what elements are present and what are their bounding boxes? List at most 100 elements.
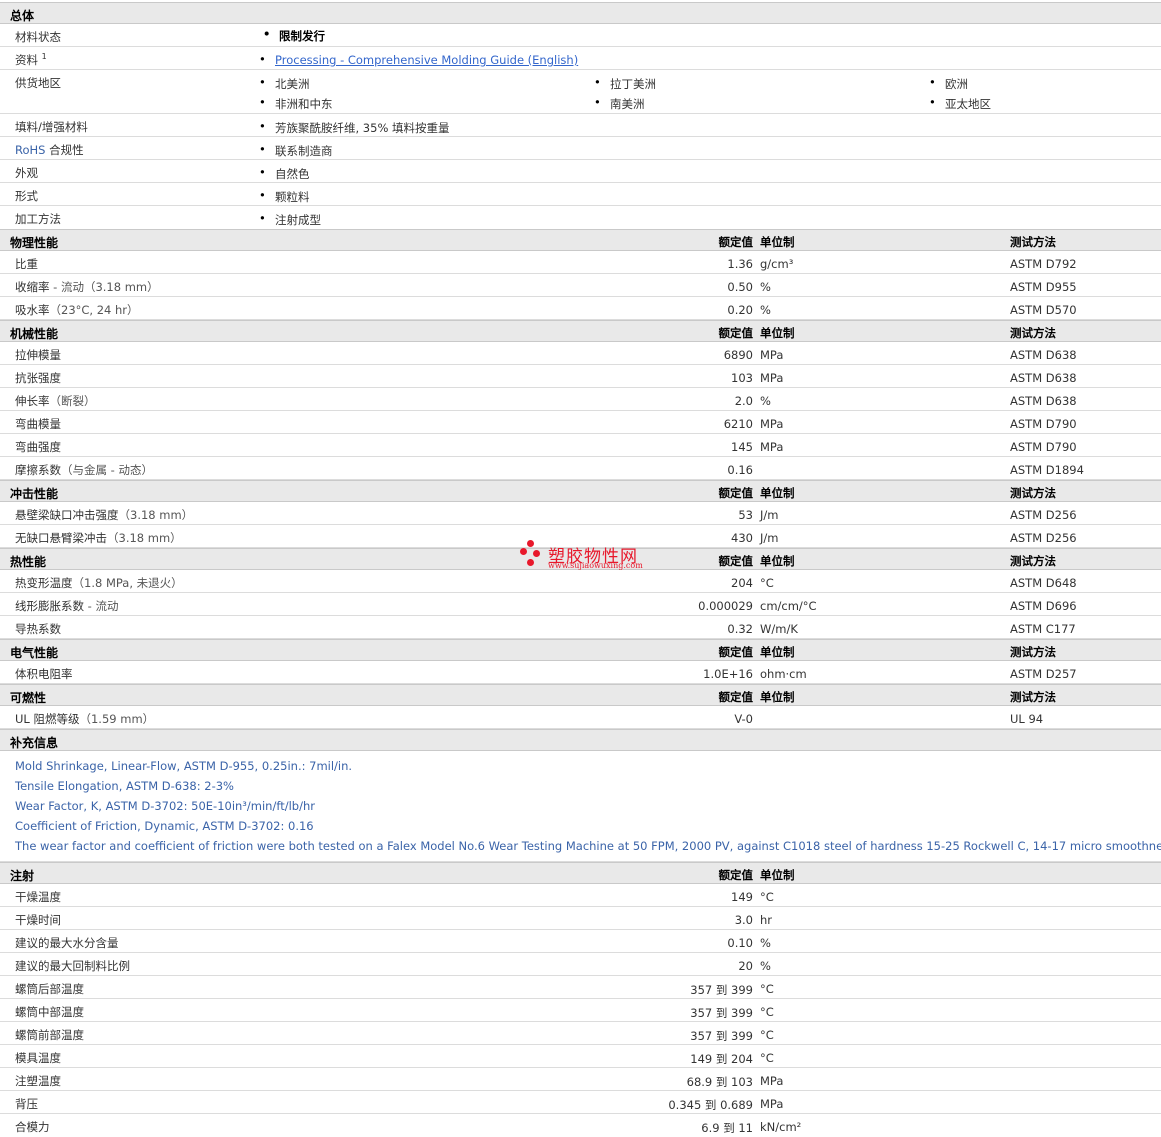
property-label: 吸水率（23°C, 24 hr）	[15, 302, 139, 318]
property-value: V-0	[734, 712, 753, 726]
property-row: 拉伸模量 6890 MPa ASTM D638	[0, 342, 1161, 365]
col-unit: 单位制	[760, 868, 795, 882]
property-test-method: ASTM D955	[1010, 280, 1077, 294]
injection-value: 357 到 399	[690, 1029, 753, 1043]
row-label: 材料状态	[15, 30, 61, 44]
col-nominal: 额定值	[718, 326, 754, 340]
note-line: The wear factor and coefficient of frict…	[15, 839, 1161, 853]
note-line: Coefficient of Friction, Dynamic, ASTM D…	[15, 819, 314, 833]
property-value: 2.0	[734, 394, 753, 408]
section-header-injection: 注射 额定值 单位制	[0, 862, 1161, 884]
injection-label: 模具温度	[15, 1051, 61, 1065]
injection-row: 注塑温度 68.9 到 103 MPa	[0, 1068, 1161, 1091]
injection-row: 建议的最大回制料比例 20%	[0, 953, 1161, 976]
property-name: 拉伸模量	[15, 348, 61, 362]
property-name: 悬壁梁缺口冲击强度	[15, 508, 119, 522]
property-value: 6890	[723, 348, 753, 362]
section-title: 补充信息	[10, 736, 59, 750]
row-label: 外观	[15, 166, 38, 180]
property-name: 无缺口悬臂梁冲击	[15, 531, 107, 545]
section-title: 冲击性能	[10, 487, 59, 501]
property-test-method: ASTM D256	[1010, 531, 1077, 545]
col-nominal: 额定值	[718, 235, 754, 249]
injection-row: 背压 0.345 到 0.689 MPa	[0, 1091, 1161, 1114]
property-test-method: ASTM D648	[1010, 576, 1077, 590]
property-label: UL 阻燃等级（1.59 mm）	[15, 711, 154, 727]
property-value: 0.16	[727, 463, 753, 477]
property-label: 体积电阻率	[15, 666, 73, 682]
processing-guide-link[interactable]: Processing - Comprehensive Molding Guide…	[259, 52, 578, 67]
section-title: 可燃性	[10, 691, 47, 705]
property-row: 收缩率 - 流动（3.18 mm） 0.50% ASTM D955	[0, 274, 1161, 297]
col-test-method: 测试方法	[1010, 554, 1056, 568]
injection-unit: hr	[760, 913, 773, 927]
col-unit: 单位制	[760, 326, 795, 340]
note-line: Mold Shrinkage, Linear-Flow, ASTM D-955,…	[15, 759, 353, 773]
property-row: 线形膨胀系数 - 流动 0.000029 cm/cm/°C ASTM D696	[0, 593, 1161, 616]
property-label: 导热系数	[15, 621, 61, 637]
property-row: 比重 1.36 g/cm³ ASTM D792	[0, 251, 1161, 274]
section-title: 电气性能	[10, 646, 59, 660]
property-condition: （1.8 MPa, 未退火）	[72, 576, 183, 590]
property-unit: MPa	[760, 371, 784, 385]
injection-label: 干燥时间	[15, 913, 61, 927]
property-value: 430	[731, 531, 753, 545]
property-label: 收缩率 - 流动（3.18 mm）	[15, 279, 159, 295]
docs-label: 资料	[15, 53, 38, 67]
property-test-method: ASTM D638	[1010, 394, 1077, 408]
form-value: 颗粒料	[259, 188, 309, 205]
col-nominal: 额定值	[718, 645, 754, 659]
section-header: 可燃性 额定值 单位制 测试方法	[0, 684, 1161, 706]
injection-row: 螺筒后部温度 357 到 399 °C	[0, 976, 1161, 999]
section-header: 物理性能 额定值 单位制 测试方法	[0, 229, 1161, 251]
filler-value: 芳族聚酰胺纤维, 35% 填料按重量	[259, 119, 449, 136]
datasheet: 总体 材料状态 限制发行 资料 1 Processing - Comprehen…	[0, 2, 1161, 1137]
docs-footnote: 1	[41, 52, 47, 62]
property-unit: cm/cm/°C	[760, 599, 817, 613]
injection-unit: MPa	[760, 1074, 784, 1088]
property-unit: MPa	[760, 348, 784, 362]
injection-row: 模具温度 149 到 204 °C	[0, 1045, 1161, 1068]
region-item: 欧洲	[929, 75, 968, 92]
injection-label: 螺筒中部温度	[15, 1005, 84, 1019]
row-filler: 填料/增强材料 芳族聚酰胺纤维, 35% 填料按重量	[0, 114, 1161, 137]
property-row: 抗张强度 103 MPa ASTM D638	[0, 365, 1161, 388]
property-label: 弯曲强度	[15, 439, 61, 455]
property-label: 悬壁梁缺口冲击强度（3.18 mm）	[15, 507, 193, 523]
property-test-method: UL 94	[1010, 712, 1044, 726]
property-name: UL 阻燃等级	[15, 712, 80, 726]
injection-value: 68.9 到 103	[686, 1075, 753, 1089]
injection-unit: %	[760, 959, 771, 973]
property-unit: %	[760, 394, 771, 408]
property-condition: （3.18 mm）	[107, 531, 182, 545]
property-label: 线形膨胀系数 - 流动	[15, 598, 118, 614]
property-condition: （断裂）	[49, 394, 96, 408]
watermark-url: www.sujiaowuxing.com	[548, 561, 643, 570]
property-label: 弯曲模量	[15, 416, 61, 432]
section-title: 机械性能	[10, 327, 59, 341]
property-name: 体积电阻率	[15, 667, 73, 681]
property-unit: %	[760, 303, 771, 317]
injection-value: 0.345 到 0.689	[668, 1098, 753, 1112]
property-value: 0.000029	[698, 599, 753, 613]
property-unit: J/m	[760, 531, 779, 545]
section-header: 机械性能 额定值 单位制 测试方法	[0, 320, 1161, 342]
row-label: 形式	[15, 189, 38, 203]
col-unit: 单位制	[760, 690, 795, 704]
property-row: 伸长率（断裂） 2.0% ASTM D638	[0, 388, 1161, 411]
property-value: 1.0E+16	[703, 667, 753, 681]
property-value: 0.20	[727, 303, 753, 317]
property-test-method: ASTM D696	[1010, 599, 1077, 613]
row-rohs: RoHS 合规性 联系制造商	[0, 137, 1161, 160]
injection-unit: °C	[760, 982, 774, 996]
injection-rows: 干燥温度 149 °C 干燥时间 3.0 hr 建议的最大水分含量 0.10% 建议的最大回制料…	[0, 884, 1161, 1137]
injection-unit: kN/cm²	[760, 1120, 802, 1134]
rohs-label[interactable]: RoHS	[15, 143, 45, 157]
property-name: 伸长率	[15, 394, 50, 408]
injection-label: 合模力	[15, 1120, 50, 1134]
injection-row: 合模力 6.9 到 11 kN/cm²	[0, 1114, 1161, 1137]
col-nominal: 额定值	[718, 486, 754, 500]
col-unit: 单位制	[760, 645, 795, 659]
property-row: UL 阻燃等级（1.59 mm） V-0 UL 94	[0, 706, 1161, 729]
property-condition: （与金属 - 动态）	[61, 463, 153, 477]
